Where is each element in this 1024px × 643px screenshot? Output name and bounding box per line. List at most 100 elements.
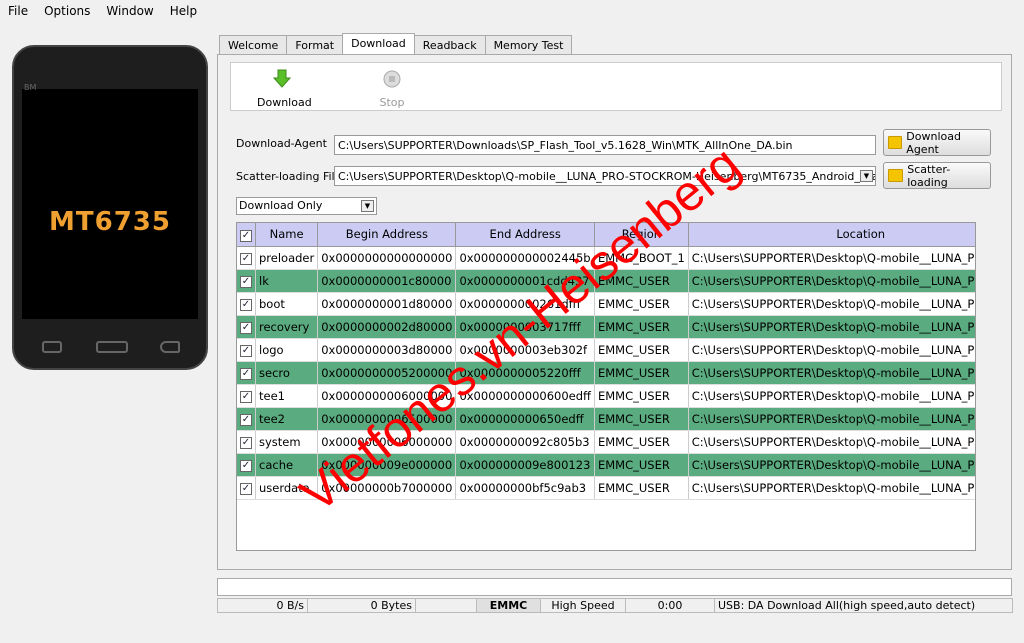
location: C:\Users\SUPPORTER\Desktop\Q-mobile__LUN…	[688, 292, 975, 316]
stop-button[interactable]: Stop	[367, 69, 417, 109]
location: C:\Users\SUPPORTER\Desktop\Q-mobile__LUN…	[688, 476, 975, 500]
row-checkbox[interactable]: ✓	[237, 361, 256, 385]
begin-address: 0x0000000003d80000	[317, 338, 457, 362]
menu-help[interactable]: Help	[162, 4, 205, 18]
col-name[interactable]: Name	[255, 223, 319, 247]
row-checkbox[interactable]: ✓	[237, 315, 256, 339]
row-checkbox[interactable]: ✓	[237, 292, 256, 316]
tab-download[interactable]: Download	[342, 33, 415, 54]
begin-address: 0x0000000002d80000	[317, 315, 457, 339]
download-agent-label: Download-Agent	[236, 137, 327, 150]
table-row[interactable]: ✓ boot 0x0000000001d80000 0x000000000261dff…	[237, 292, 975, 316]
table-row[interactable]: ✓ cache 0x000000009e000000 0x000000009e8001…	[237, 453, 975, 477]
row-checkbox[interactable]: ✓	[237, 453, 256, 477]
folder-icon	[888, 136, 903, 149]
scatter-loading-button[interactable]: Scatter-loading	[883, 162, 991, 189]
region: EMMC_USER	[594, 269, 689, 293]
download-agent-field[interactable]: C:\Users\SUPPORTER\Downloads\SP_Flash_To…	[334, 135, 876, 155]
table-row[interactable]: ✓ userdata 0x00000000b7000000 0x00000000bf5…	[237, 476, 975, 500]
chip-label: MT6735	[49, 207, 171, 237]
checkbox-checked-icon[interactable]: ✓	[240, 322, 252, 334]
end-address: 0x0000000003eb302f	[455, 338, 595, 362]
region: EMMC_USER	[594, 453, 689, 477]
table-row[interactable]: ✓ preloader 0x0000000000000000 0x0000000000…	[237, 246, 975, 270]
location: C:\Users\SUPPORTER\Desktop\Q-mobile__LUN…	[688, 430, 975, 454]
region: EMMC_USER	[594, 407, 689, 431]
location: C:\Users\SUPPORTER\Desktop\Q-mobile__LUN…	[688, 269, 975, 293]
col-location[interactable]: Location	[688, 223, 975, 247]
partition-name: system	[255, 430, 319, 454]
status-spacer	[415, 598, 477, 613]
row-checkbox[interactable]: ✓	[237, 246, 256, 270]
end-address: 0x0000000005220fff	[455, 361, 595, 385]
chevron-down-icon[interactable]: ▼	[361, 200, 374, 212]
partition-name: userdata	[255, 476, 319, 500]
download-label: Download	[257, 96, 312, 109]
checkbox-checked-icon[interactable]: ✓	[240, 253, 252, 265]
scatter-loading-button-label: Scatter-loading	[907, 162, 951, 189]
begin-address: 0x0000000001d80000	[317, 292, 457, 316]
menu-file[interactable]: File	[0, 4, 36, 18]
end-address: 0x000000000002445b	[455, 246, 595, 270]
status-storage: EMMC	[476, 598, 541, 613]
download-agent-button[interactable]: Download Agent	[883, 129, 991, 156]
region: EMMC_USER	[594, 361, 689, 385]
row-checkbox[interactable]: ✓	[237, 384, 256, 408]
scatter-file-select[interactable]: C:\Users\SUPPORTER\Desktop\Q-mobile__LUN…	[334, 166, 876, 186]
table-row[interactable]: ✓ logo 0x0000000003d80000 0x0000000003eb302…	[237, 338, 975, 362]
progress-bar	[217, 578, 1012, 596]
region: EMMC_USER	[594, 315, 689, 339]
row-checkbox[interactable]: ✓	[237, 430, 256, 454]
checkbox-checked-icon[interactable]: ✓	[240, 276, 252, 288]
status-usb: USB: DA Download All(high speed,auto det…	[714, 598, 1013, 613]
col-end-address[interactable]: End Address	[455, 223, 595, 247]
row-checkbox[interactable]: ✓	[237, 338, 256, 362]
checkbox-checked-icon[interactable]: ✓	[240, 460, 252, 472]
checkbox-checked-icon[interactable]: ✓	[240, 414, 252, 426]
status-bytes: 0 Bytes	[307, 598, 416, 613]
tab-format[interactable]: Format	[286, 35, 344, 54]
location: C:\Users\SUPPORTER\Desktop\Q-mobile__LUN…	[688, 407, 975, 431]
table-row[interactable]: ✓ secro 0x0000000005200000 0x0000000005220f…	[237, 361, 975, 385]
menu-bar: File Options Window Help	[0, 0, 1024, 22]
row-checkbox[interactable]: ✓	[237, 476, 256, 500]
scatter-label: Scatter-loading File	[236, 170, 342, 183]
checkbox-checked-icon[interactable]: ✓	[240, 437, 252, 449]
begin-address: 0x0000000006000000	[317, 430, 457, 454]
table-row[interactable]: ✓ lk 0x0000000001c80000 0x0000000001cdd437 E…	[237, 269, 975, 293]
tab-readback[interactable]: Readback	[413, 35, 486, 54]
download-button[interactable]: Download	[257, 69, 312, 109]
table-row[interactable]: ✓ tee1 0x0000000006000000 0x0000000000600ed…	[237, 384, 975, 408]
menu-window[interactable]: Window	[98, 4, 161, 18]
row-checkbox[interactable]: ✓	[237, 407, 256, 431]
col-region[interactable]: Region	[594, 223, 689, 247]
row-checkbox[interactable]: ✓	[237, 269, 256, 293]
checkbox-checked-icon[interactable]: ✓	[240, 368, 252, 380]
checkbox-checked-icon[interactable]: ✓	[240, 483, 252, 495]
download-mode-select[interactable]: Download Only ▼	[236, 197, 377, 215]
partition-name: tee1	[255, 384, 319, 408]
checkbox-checked-icon[interactable]: ✓	[240, 299, 252, 311]
table-row[interactable]: ✓ system 0x0000000006000000 0x0000000092c80…	[237, 430, 975, 454]
region: EMMC_USER	[594, 476, 689, 500]
chevron-down-icon[interactable]: ▼	[860, 170, 873, 182]
checkbox-checked-icon[interactable]: ✓	[240, 391, 252, 403]
menu-key-icon	[42, 341, 62, 353]
checkbox-checked-icon[interactable]: ✓	[240, 345, 252, 357]
partition-name: secro	[255, 361, 319, 385]
end-address: 0x0000000001cdd437	[455, 269, 595, 293]
tab-memory-test[interactable]: Memory Test	[484, 35, 573, 54]
col-begin-address[interactable]: Begin Address	[317, 223, 457, 247]
location: C:\Users\SUPPORTER\Desktop\Q-mobile__LUN…	[688, 315, 975, 339]
table-row[interactable]: ✓ tee2 0x0000000006500000 0x000000000650edf…	[237, 407, 975, 431]
status-mode: High Speed	[540, 598, 626, 613]
download-panel: Download Stop Download-Agent C:\Users\SU…	[217, 54, 1012, 570]
tab-welcome[interactable]: Welcome	[219, 35, 288, 54]
select-all-checkbox[interactable]: ✓	[237, 223, 256, 247]
begin-address: 0x000000009e000000	[317, 453, 457, 477]
phone-image: BM MT6735	[12, 45, 208, 370]
status-time: 0:00	[625, 598, 715, 613]
menu-options[interactable]: Options	[36, 4, 98, 18]
table-row[interactable]: ✓ recovery 0x0000000002d80000 0x00000000037…	[237, 315, 975, 339]
partition-name: tee2	[255, 407, 319, 431]
